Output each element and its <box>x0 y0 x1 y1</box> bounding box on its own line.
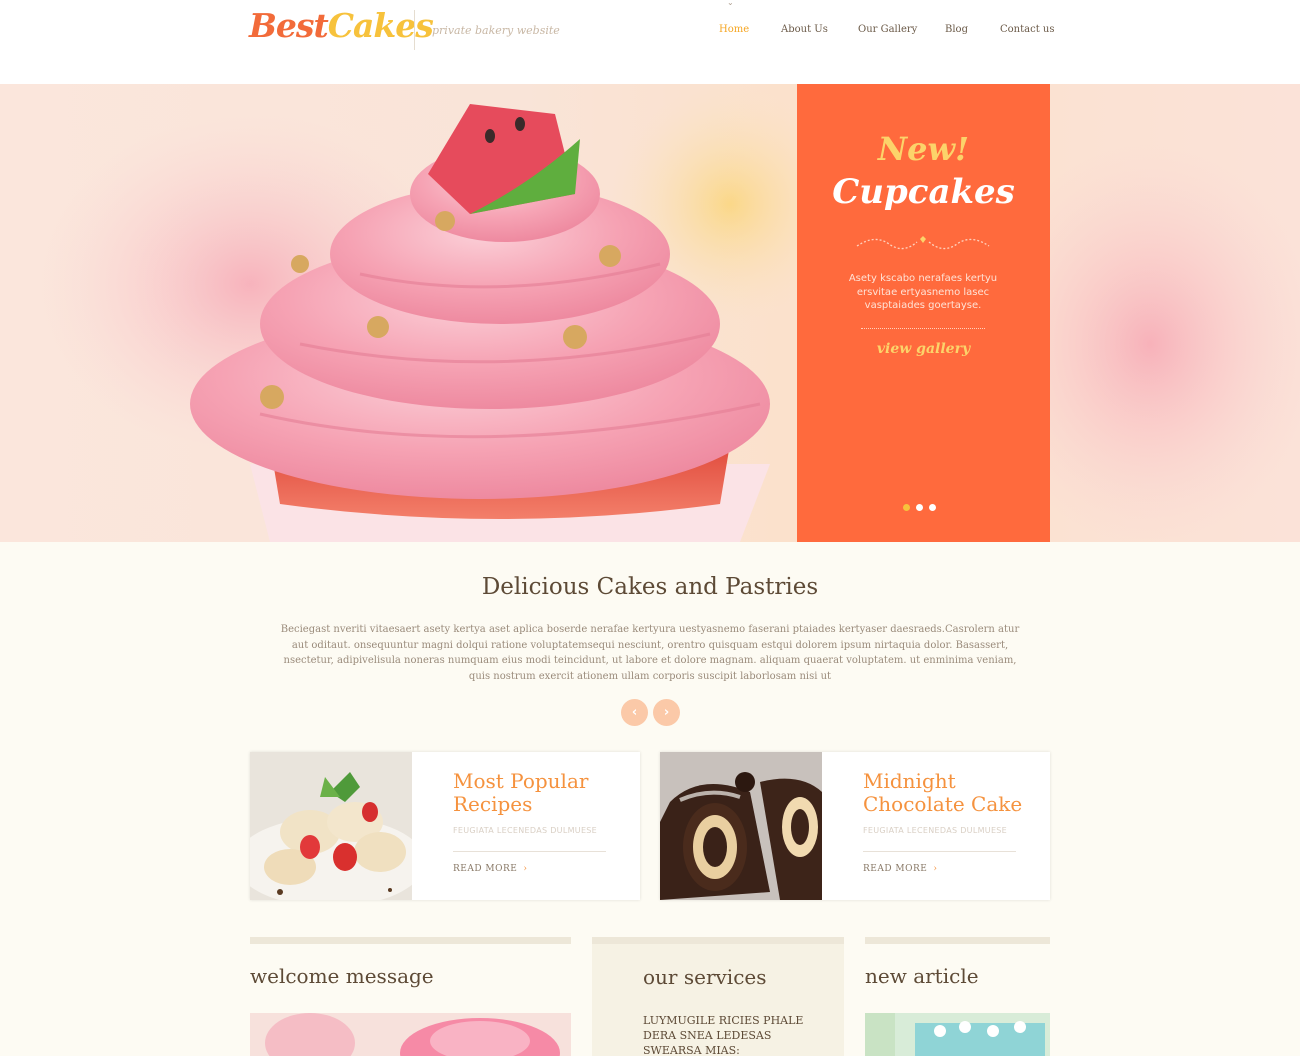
view-gallery-link[interactable]: view gallery <box>797 341 1050 357</box>
chevron-left-icon: ‹ <box>631 705 638 720</box>
nav-our-gallery[interactable]: Our Gallery <box>858 24 917 35</box>
column-top-bar <box>865 937 1050 944</box>
recipe-thumbnail <box>250 752 412 900</box>
read-more-label: READ MORE <box>453 864 518 874</box>
slider-dot-3[interactable] <box>929 504 936 511</box>
promo-title: Cupcakes <box>832 172 1015 212</box>
slider-dot-1[interactable] <box>903 504 910 511</box>
read-more-link[interactable]: READ MORE › <box>453 864 527 874</box>
card-subtitle: FEUGIATA LECENEDAS DULMUESE <box>863 826 1008 835</box>
nav-blog[interactable]: Blog <box>945 24 968 35</box>
next-button[interactable]: › <box>653 699 680 726</box>
main-nav: ⌄ Home About Us Our Gallery Blog Contact… <box>0 0 1300 38</box>
recipe-card[interactable]: Midnight Chocolate Cake FEUGIATA LECENED… <box>660 752 1050 900</box>
promo-text: Asety kscabo nerafaes kertyu ersvitae er… <box>848 273 998 311</box>
arrow-right-icon: › <box>523 864 528 874</box>
prev-button[interactable]: ‹ <box>621 699 648 726</box>
card-divider <box>863 851 1016 852</box>
recipe-card[interactable]: Most Popular Recipes FEUGIATA LECENEDAS … <box>250 752 640 900</box>
site-header: BestCakes private bakery website ⌄ Home … <box>0 0 1300 84</box>
card-title[interactable]: Midnight Chocolate Cake <box>863 770 1043 816</box>
intro-paragraph: Beciegast nveriti vitaesaert asety kerty… <box>280 624 1020 682</box>
nav-about-us[interactable]: About Us <box>781 24 828 35</box>
nav-contact-us[interactable]: Contact us <box>1000 24 1054 35</box>
chevron-down-icon: ⌄ <box>727 0 734 7</box>
welcome-title: welcome message <box>250 964 434 988</box>
column-top-bar <box>250 937 571 944</box>
card-title[interactable]: Most Popular Recipes <box>453 770 633 816</box>
card-subtitle: FEUGIATA LECENEDAS DULMUESE <box>453 826 598 835</box>
article-title: new article <box>865 964 979 988</box>
column-top-bar <box>592 937 844 944</box>
services-text: LUYMUGILE RICIES PHALE DERA SNEA LEDESAS… <box>643 1014 804 1056</box>
services-title: our services <box>643 965 767 989</box>
promo-panel: New! Cupcakes Asety kscabo nerafaes kert… <box>797 84 1050 542</box>
nav-home[interactable]: Home <box>719 24 749 35</box>
chevron-right-icon: › <box>663 705 670 720</box>
recipe-thumbnail <box>660 752 822 900</box>
slider-dot-2[interactable] <box>916 504 923 511</box>
hero-cupcake-image <box>40 84 1300 542</box>
flourish-ornament-icon <box>856 236 990 250</box>
arrow-right-icon: › <box>933 864 938 874</box>
welcome-image <box>250 1013 571 1056</box>
promo-divider <box>861 328 985 329</box>
card-divider <box>453 851 606 852</box>
slider-pagination <box>903 504 943 512</box>
hero-slider <box>0 84 1300 542</box>
article-image <box>865 1013 1050 1056</box>
read-more-label: READ MORE <box>863 864 928 874</box>
promo-badge: New! <box>877 130 970 168</box>
section-title: Delicious Cakes and Pastries <box>481 574 819 600</box>
read-more-link[interactable]: READ MORE › <box>863 864 937 874</box>
